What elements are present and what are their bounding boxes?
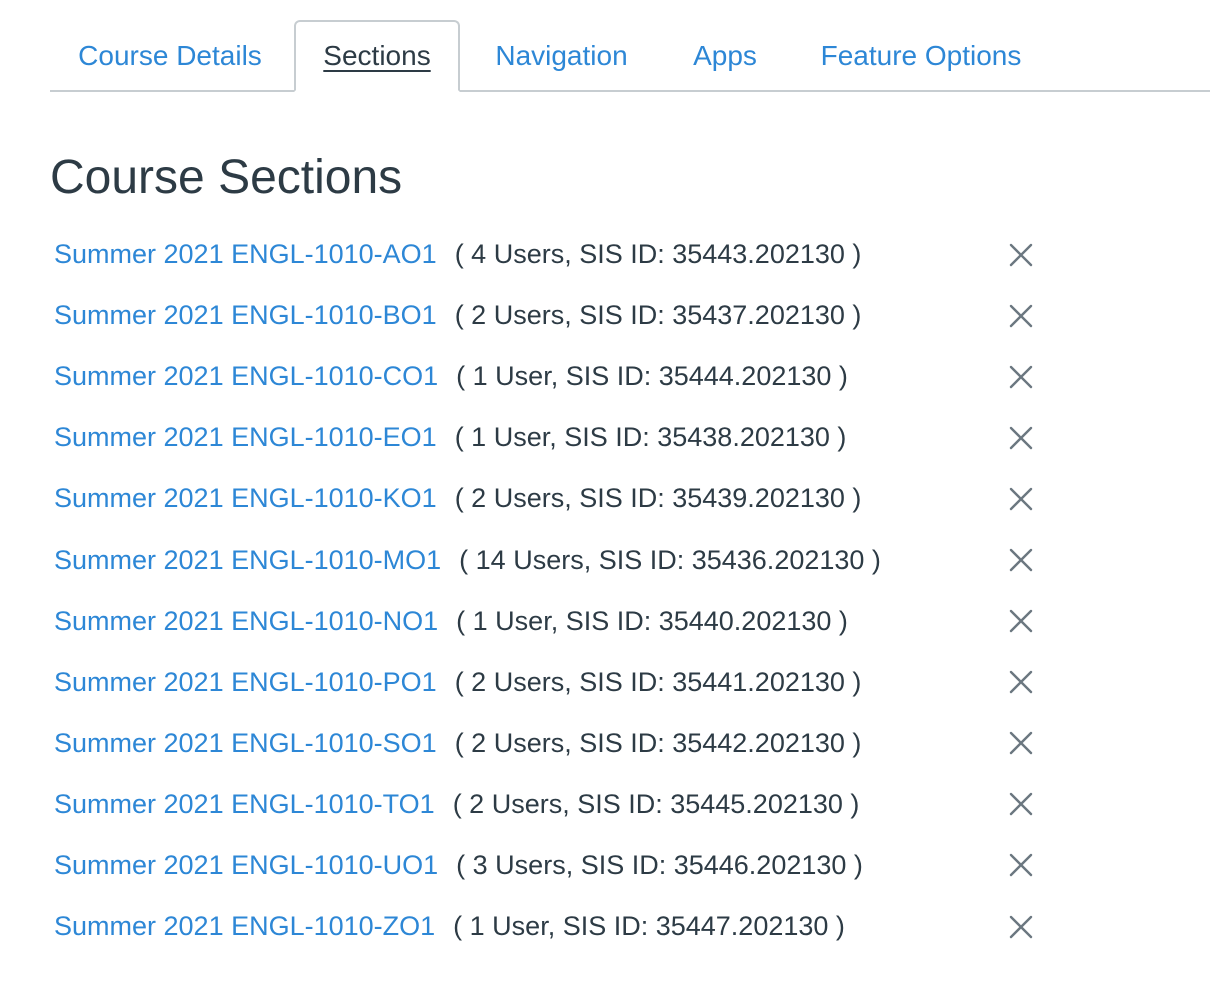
tab-label: Apps: [693, 40, 757, 71]
close-icon: [1009, 548, 1033, 572]
section-link[interactable]: Summer 2021 ENGL-1010-KO1: [54, 483, 437, 514]
section-row: Summer 2021 ENGL-1010-ZO1 ( 1 User, SIS …: [54, 896, 1054, 957]
section-meta: ( 2 Users, SIS ID: 35445.202130 ): [452, 788, 860, 819]
section-row: Summer 2021 ENGL-1010-KO1 ( 2 Users, SIS…: [54, 468, 1054, 529]
close-icon: [1009, 793, 1033, 816]
section-meta: ( 2 Users, SIS ID: 35442.202130 ): [454, 727, 862, 758]
section-meta: ( 4 Users, SIS ID: 35443.202130 ): [454, 239, 862, 270]
close-icon: [1009, 243, 1033, 266]
tab-navigation[interactable]: Navigation: [470, 20, 653, 92]
section-row: Summer 2021 ENGL-1010-PO1 ( 2 Users, SIS…: [54, 652, 1054, 713]
close-icon: [1009, 487, 1033, 511]
section-meta: ( 2 Users, SIS ID: 35439.202130 ): [454, 483, 862, 514]
section-meta: ( 1 User, SIS ID: 35438.202130 ): [454, 422, 847, 453]
section-link[interactable]: Summer 2021 ENGL-1010-PO1: [54, 667, 437, 698]
section-link[interactable]: Summer 2021 ENGL-1010-UO1: [54, 850, 438, 881]
section-link[interactable]: Summer 2021 ENGL-1010-AO1: [54, 239, 437, 270]
section-row: Summer 2021 ENGL-1010-CO1 ( 1 User, SIS …: [54, 346, 1054, 407]
close-icon: [1009, 609, 1033, 633]
close-icon: [1009, 854, 1033, 877]
section-meta: ( 1 User, SIS ID: 35440.202130 ): [456, 605, 848, 636]
section-link[interactable]: Summer 2021 ENGL-1010-ZO1: [54, 911, 435, 942]
section-meta: ( 3 Users, SIS ID: 35446.202130 ): [456, 849, 863, 880]
tab-label: Navigation: [495, 40, 628, 71]
section-link[interactable]: Summer 2021 ENGL-1010-SO1: [54, 728, 437, 759]
section-link[interactable]: Summer 2021 ENGL-1010-CO1: [54, 361, 438, 392]
delete-section-button[interactable]: [1004, 482, 1038, 516]
close-icon: [1009, 304, 1033, 327]
section-row: Summer 2021 ENGL-1010-UO1 ( 3 Users, SIS…: [54, 835, 1054, 896]
delete-section-button[interactable]: [1004, 543, 1038, 577]
delete-section-button[interactable]: [1004, 604, 1038, 638]
section-link[interactable]: Summer 2021 ENGL-1010-EO1: [54, 422, 437, 453]
delete-section-button[interactable]: [1004, 360, 1038, 394]
delete-section-button[interactable]: [1004, 238, 1038, 272]
section-link[interactable]: Summer 2021 ENGL-1010-BO1: [54, 300, 437, 331]
delete-section-button[interactable]: [1004, 848, 1038, 882]
section-link[interactable]: Summer 2021 ENGL-1010-TO1: [54, 789, 435, 820]
delete-section-button[interactable]: [1004, 787, 1038, 821]
delete-section-button[interactable]: [1004, 299, 1038, 333]
section-row: Summer 2021 ENGL-1010-EO1 ( 1 User, SIS …: [54, 407, 1054, 468]
delete-section-button[interactable]: [1004, 726, 1038, 760]
settings-tabs: Course Details Sections Navigation Apps …: [50, 20, 1210, 92]
delete-section-button[interactable]: [1004, 421, 1038, 455]
course-settings-page: Course Details Sections Navigation Apps …: [0, 0, 1210, 1000]
section-list: Summer 2021 ENGL-1010-AO1 ( 4 Users, SIS…: [54, 224, 1054, 957]
page-title: Course Sections: [50, 151, 403, 204]
section-row: Summer 2021 ENGL-1010-SO1 ( 2 Users, SIS…: [54, 713, 1054, 774]
section-meta: ( 14 Users, SIS ID: 35436.202130 ): [459, 544, 881, 575]
section-row: Summer 2021 ENGL-1010-AO1 ( 4 Users, SIS…: [54, 224, 1054, 285]
delete-section-button[interactable]: [1004, 665, 1038, 699]
section-link[interactable]: Summer 2021 ENGL-1010-MO1: [54, 545, 441, 576]
close-icon: [1009, 732, 1033, 755]
section-meta: ( 1 User, SIS ID: 35444.202130 ): [456, 361, 848, 392]
section-meta: ( 2 Users, SIS ID: 35437.202130 ): [454, 300, 862, 331]
delete-section-button[interactable]: [1004, 910, 1038, 944]
section-row: Summer 2021 ENGL-1010-TO1 ( 2 Users, SIS…: [54, 774, 1054, 835]
close-icon: [1009, 915, 1033, 938]
section-row: Summer 2021 ENGL-1010-BO1 ( 2 Users, SIS…: [54, 285, 1054, 346]
tab-label: Sections: [323, 40, 431, 71]
tab-sections[interactable]: Sections: [294, 20, 460, 92]
section-row: Summer 2021 ENGL-1010-NO1 ( 1 User, SIS …: [54, 591, 1054, 652]
tab-course-details[interactable]: Course Details: [50, 20, 290, 92]
tab-apps[interactable]: Apps: [670, 20, 780, 92]
close-icon: [1009, 671, 1033, 694]
tab-label: Course Details: [78, 40, 262, 71]
close-icon: [1009, 365, 1033, 388]
section-meta: ( 2 Users, SIS ID: 35441.202130 ): [454, 666, 862, 697]
section-row: Summer 2021 ENGL-1010-MO1 ( 14 Users, SI…: [54, 529, 1054, 590]
close-icon: [1009, 426, 1033, 450]
section-meta: ( 1 User, SIS ID: 35447.202130 ): [453, 911, 845, 942]
tab-label: Feature Options: [820, 40, 1022, 71]
section-link[interactable]: Summer 2021 ENGL-1010-NO1: [54, 606, 438, 637]
tab-feature-options[interactable]: Feature Options: [806, 20, 1036, 92]
